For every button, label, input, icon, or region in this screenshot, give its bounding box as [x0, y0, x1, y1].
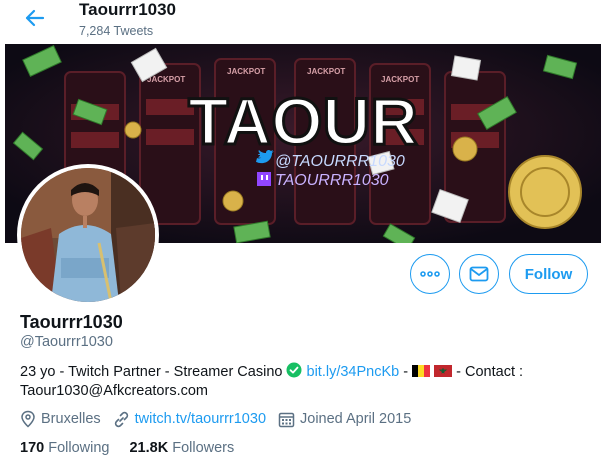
following-label: Following	[48, 440, 110, 456]
jackpot-label: JACKPOT	[227, 67, 265, 76]
following-count: 170	[20, 440, 45, 456]
joined-text: Joined April 2015	[300, 411, 412, 427]
more-options-button[interactable]	[410, 254, 450, 294]
location: Bruxelles	[20, 410, 101, 428]
followers-stat[interactable]: 21.8K Followers	[129, 440, 234, 456]
website-link[interactable]: twitch.tv/taourrr1030	[135, 411, 266, 427]
location-pin-icon	[21, 410, 35, 428]
avatar-image	[21, 168, 155, 302]
avatar[interactable]	[17, 164, 159, 306]
jackpot-label: JACKPOT	[147, 75, 185, 84]
following-stat[interactable]: 170 Following	[20, 440, 109, 456]
profile-name: Taourrr1030	[20, 312, 123, 332]
arrow-left-icon	[25, 9, 45, 27]
message-button[interactable]	[459, 254, 499, 294]
bio-text: 23 yo - Twitch Partner - Streamer Casino	[20, 364, 287, 380]
follow-stats: 170 Following 21.8K Followers	[20, 440, 254, 456]
twitch-icon	[257, 172, 271, 186]
more-dots-icon	[420, 271, 440, 277]
calendar-icon	[278, 412, 295, 427]
profile-meta: Bruxelles twitch.tv/taourrr1030 Joined A…	[20, 410, 423, 428]
banner-logo: TAOUR	[188, 84, 418, 158]
back-button[interactable]	[20, 5, 50, 31]
morocco-flag-icon	[434, 365, 453, 377]
jackpot-label: JACKPOT	[307, 67, 345, 76]
header-tweet-count: 7,284 Tweets	[79, 24, 154, 38]
banner-twitter-handle: @TAOURRR1030	[275, 153, 405, 170]
website: twitch.tv/taourrr1030	[113, 411, 266, 428]
link-icon	[114, 411, 128, 427]
check-circle-icon	[286, 362, 302, 378]
followers-count: 21.8K	[129, 440, 169, 456]
envelope-icon	[469, 266, 489, 282]
bio-separator: -	[399, 364, 413, 380]
bio-link[interactable]: bit.ly/34PncKb	[307, 364, 400, 380]
profile-handle: @Taourrr1030	[20, 334, 113, 350]
joined-date: Joined April 2015	[278, 411, 411, 428]
follow-button[interactable]: Follow	[509, 254, 588, 294]
followers-label: Followers	[172, 440, 235, 456]
header-display-name: Taourrr1030	[79, 0, 177, 19]
profile-bio: 23 yo - Twitch Partner - Streamer Casino…	[20, 362, 590, 401]
location-text: Bruxelles	[41, 411, 101, 427]
banner-twitch-handle: TAOURRR1030	[275, 172, 389, 189]
profile-header: Taourrr1030 7,284 Tweets	[0, 0, 601, 44]
belgium-flag-icon	[412, 365, 431, 377]
jackpot-label: JACKPOT	[381, 75, 419, 84]
